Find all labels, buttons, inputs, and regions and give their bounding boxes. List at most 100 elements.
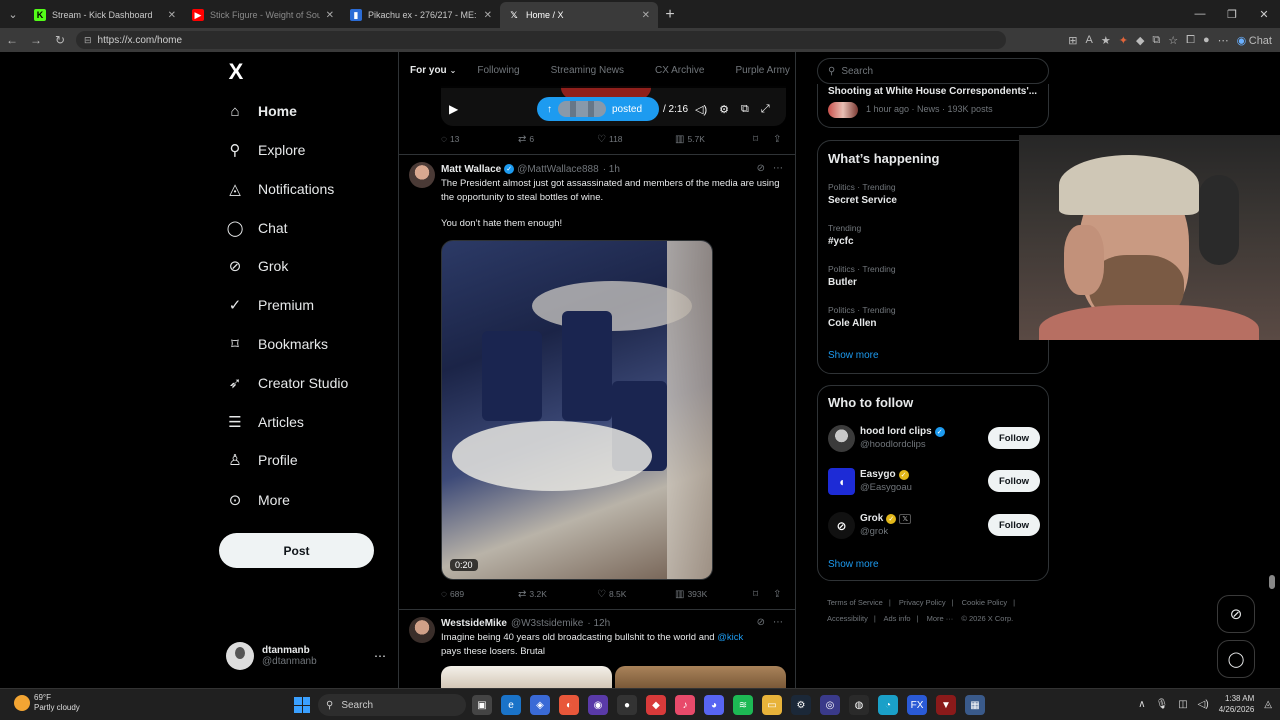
- profile-avatar-icon[interactable]: ●: [1203, 34, 1210, 46]
- firefox-icon[interactable]: ◐: [559, 695, 579, 715]
- footer-link[interactable]: Accessibility: [827, 614, 868, 623]
- browser-tab[interactable]: ▶ Stick Figure - Weight of Sound - Y ✕: [184, 2, 342, 28]
- notification-bell-icon[interactable]: ◬: [1264, 699, 1272, 710]
- nav-home[interactable]: ⌂ Home: [224, 96, 296, 126]
- views-button[interactable]: ▥ 5.7K: [675, 134, 705, 145]
- follow-suggestion[interactable]: ◖ Easygo ✓ @Easygoau Follow: [828, 468, 1040, 498]
- more-icon[interactable]: ⋯: [773, 163, 783, 174]
- show-more-link[interactable]: Show more: [828, 350, 879, 361]
- minimize-icon[interactable]: —: [1184, 0, 1216, 28]
- post-time[interactable]: · 1h: [603, 164, 620, 175]
- read-aloud-icon[interactable]: A: [1086, 34, 1093, 46]
- bookmark-button[interactable]: ⌑: [753, 589, 761, 600]
- reply-button[interactable]: ◌ 13: [441, 134, 459, 145]
- account-switcher[interactable]: dtanmanb @dtanmanb ⋯: [226, 640, 386, 672]
- nav-premium[interactable]: ✓ Premium: [224, 290, 314, 320]
- tab-for-you[interactable]: For you ⌄: [410, 65, 456, 76]
- messages-fab-button[interactable]: ◯: [1217, 640, 1255, 678]
- task-view-icon[interactable]: ▣: [472, 695, 492, 715]
- more-icon[interactable]: ⋯: [374, 649, 386, 663]
- url-field[interactable]: ⊟ https://x.com/home: [76, 31, 1006, 49]
- new-posts-pill[interactable]: ↑ posted: [537, 97, 659, 121]
- tab-purple-army[interactable]: Purple Army: [735, 65, 789, 76]
- tab-list-icon[interactable]: ⌄: [0, 0, 26, 28]
- post-time[interactable]: · 12h: [587, 618, 610, 629]
- app-icon[interactable]: ◆: [646, 695, 666, 715]
- footer-link[interactable]: Ads info: [883, 614, 910, 623]
- back-icon[interactable]: ←: [0, 28, 24, 52]
- trend-item[interactable]: Politics · Trending Butler: [828, 264, 896, 288]
- repost-button[interactable]: ⇄ 6: [518, 134, 534, 145]
- volume-icon[interactable]: ◁): [1198, 699, 1209, 710]
- close-icon[interactable]: ✕: [326, 10, 334, 21]
- weather-widget[interactable]: 69°F Partly cloudy: [14, 693, 80, 713]
- edge-icon[interactable]: e: [501, 695, 521, 715]
- footer-link[interactable]: Terms of Service: [827, 598, 883, 607]
- tab-following[interactable]: Following: [477, 65, 519, 76]
- grok-fab-button[interactable]: ⊘: [1217, 595, 1255, 633]
- avatar[interactable]: [409, 162, 435, 188]
- copilot-chat-button[interactable]: ◉ Chat: [1237, 34, 1272, 47]
- repost-button[interactable]: ⇄ 3.2K: [518, 589, 547, 600]
- play-icon[interactable]: ▶: [449, 102, 458, 116]
- x-logo[interactable]: X: [224, 60, 248, 84]
- close-window-icon[interactable]: ✕: [1248, 0, 1280, 28]
- close-icon[interactable]: ✕: [168, 10, 176, 21]
- clock[interactable]: 1:38 AM 4/26/2026: [1219, 693, 1255, 715]
- favorites-icon[interactable]: ☆: [1168, 34, 1178, 47]
- nav-explore[interactable]: ⚲ Explore: [224, 135, 306, 165]
- collections-icon[interactable]: ⧠: [1186, 34, 1195, 47]
- avatar[interactable]: [409, 617, 435, 643]
- app-icon[interactable]: ◎: [820, 695, 840, 715]
- app-icon[interactable]: ▦: [965, 695, 985, 715]
- fullscreen-icon[interactable]: ⤢: [761, 103, 770, 116]
- views-button[interactable]: ▥ 393K: [675, 589, 707, 600]
- pip-icon[interactable]: ⧉: [741, 103, 749, 116]
- close-icon[interactable]: ✕: [484, 10, 492, 21]
- bookmark-button[interactable]: ⌑: [753, 134, 761, 145]
- app-icon[interactable]: ◍: [849, 695, 869, 715]
- trend-item[interactable]: Politics · Trending Secret Service: [828, 182, 897, 206]
- scrollbar-thumb[interactable]: [1269, 575, 1275, 589]
- tray-overflow-icon[interactable]: ∧: [1138, 699, 1145, 710]
- obs-icon[interactable]: ●: [617, 695, 637, 715]
- copilot-icon[interactable]: ◈: [530, 695, 550, 715]
- tweet-video[interactable]: 0:20: [441, 240, 713, 580]
- reply-button[interactable]: ◌ 689: [441, 589, 464, 600]
- browser-tab[interactable]: ▮ Pikachu ex - 276/217 - ME: Ascen ✕: [342, 2, 500, 28]
- menu-more-icon[interactable]: ⋯: [1218, 34, 1229, 47]
- mute-icon[interactable]: ◁): [695, 103, 707, 116]
- nav-creator-studio[interactable]: ➶ Creator Studio: [224, 368, 349, 398]
- nav-profile[interactable]: ♙ Profile: [224, 445, 297, 475]
- close-icon[interactable]: ✕: [642, 10, 650, 21]
- nav-grok[interactable]: ⊘ Grok: [224, 251, 289, 281]
- nav-more[interactable]: ⊙ More: [224, 485, 290, 515]
- media-thumbnail[interactable]: [615, 666, 786, 688]
- settings-gear-icon[interactable]: ⚙: [719, 103, 729, 116]
- new-tab-button[interactable]: +: [658, 2, 682, 28]
- grok-explain-icon[interactable]: ⊘: [757, 617, 765, 628]
- tweet-media[interactable]: [441, 666, 786, 688]
- extension-icon[interactable]: ✦: [1119, 34, 1128, 47]
- app-icon[interactable]: ▼: [936, 695, 956, 715]
- trend-item[interactable]: Politics · Trending Cole Allen: [828, 305, 896, 329]
- mention-link[interactable]: @kick: [717, 632, 743, 643]
- windows-start-icon[interactable]: [294, 697, 310, 713]
- discord-icon[interactable]: ◕: [704, 695, 724, 715]
- more-icon[interactable]: ⋯: [773, 617, 783, 628]
- tab-streaming-news[interactable]: Streaming News: [551, 65, 624, 76]
- footer-link[interactable]: More ···: [927, 614, 954, 623]
- media-thumbnail[interactable]: [441, 666, 612, 688]
- restore-icon[interactable]: ❐: [1216, 0, 1248, 28]
- app-available-icon[interactable]: ⊞: [1068, 34, 1077, 47]
- microphone-icon[interactable]: 🎙: [1156, 699, 1169, 710]
- steam-icon[interactable]: ⚙: [791, 695, 811, 715]
- spotify-icon[interactable]: ≋: [733, 695, 753, 715]
- search-input[interactable]: [841, 65, 1032, 77]
- author-name[interactable]: WestsideMike: [441, 618, 507, 629]
- forward-icon[interactable]: →: [24, 28, 48, 52]
- nav-articles[interactable]: ☰ Articles: [224, 407, 304, 437]
- post-button[interactable]: Post: [219, 533, 374, 568]
- follow-button[interactable]: Follow: [988, 514, 1040, 536]
- follow-suggestion[interactable]: hood lord clips ✓ @hoodlordclips Follow: [828, 425, 1040, 455]
